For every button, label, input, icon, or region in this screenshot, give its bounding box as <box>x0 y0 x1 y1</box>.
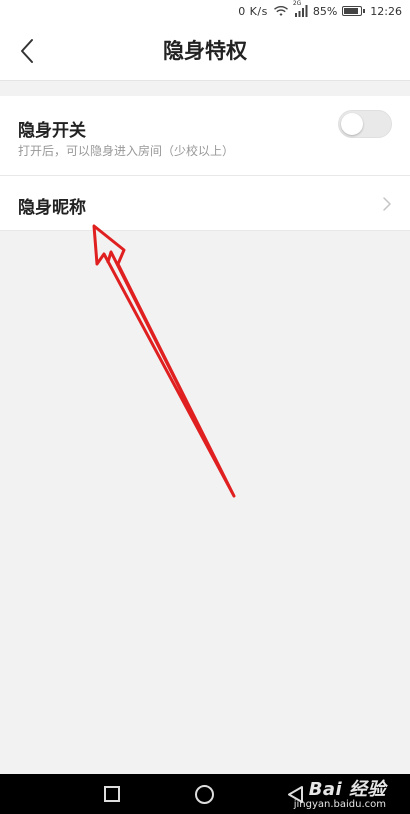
watermark-logo: Bai 经验 <box>308 779 386 800</box>
circle-icon[interactable] <box>195 785 214 804</box>
chevron-left-icon <box>21 39 33 63</box>
signal-icon: 2G <box>293 0 308 17</box>
header-bar: 隐身特权 <box>0 22 410 81</box>
battery-percent: 85% <box>312 4 338 18</box>
watermark: Bai 经验 jingyan.baidu.com <box>294 775 386 810</box>
page-title: 隐身特权 <box>163 39 247 63</box>
stealth-nickname-label: 隐身昵称 <box>18 198 86 218</box>
stealth-toggle-description: 打开后，可以隐身进入房间（少校以上） <box>18 144 235 158</box>
status-right: 0 K/s 2G 85% 12:26 <box>238 0 402 19</box>
back-button[interactable] <box>8 32 46 70</box>
clock: 12:26 <box>370 4 402 18</box>
network-speed: 0 K/s <box>238 4 268 18</box>
watermark-url: jingyan.baidu.com <box>293 799 386 810</box>
stealth-toggle-row: 隐身开关 打开后，可以隐身进入房间（少校以上） <box>0 96 410 176</box>
system-nav-bar: Bai 经验 jingyan.baidu.com <box>0 774 410 814</box>
network-type: 2G <box>292 0 302 7</box>
battery-icon <box>342 6 366 16</box>
settings-list: 隐身开关 打开后，可以隐身进入房间（少校以上） 隐身昵称 <box>0 96 410 231</box>
stealth-toggle-switch[interactable] <box>338 110 392 138</box>
toggle-knob <box>341 113 363 135</box>
stealth-nickname-row[interactable]: 隐身昵称 <box>0 176 410 231</box>
square-icon[interactable] <box>104 786 120 802</box>
chevron-right-icon <box>382 196 392 216</box>
stealth-toggle-label: 隐身开关 <box>18 121 86 141</box>
wifi-icon <box>273 5 289 17</box>
status-bar: 0 K/s 2G 85% 12:26 <box>0 0 410 22</box>
